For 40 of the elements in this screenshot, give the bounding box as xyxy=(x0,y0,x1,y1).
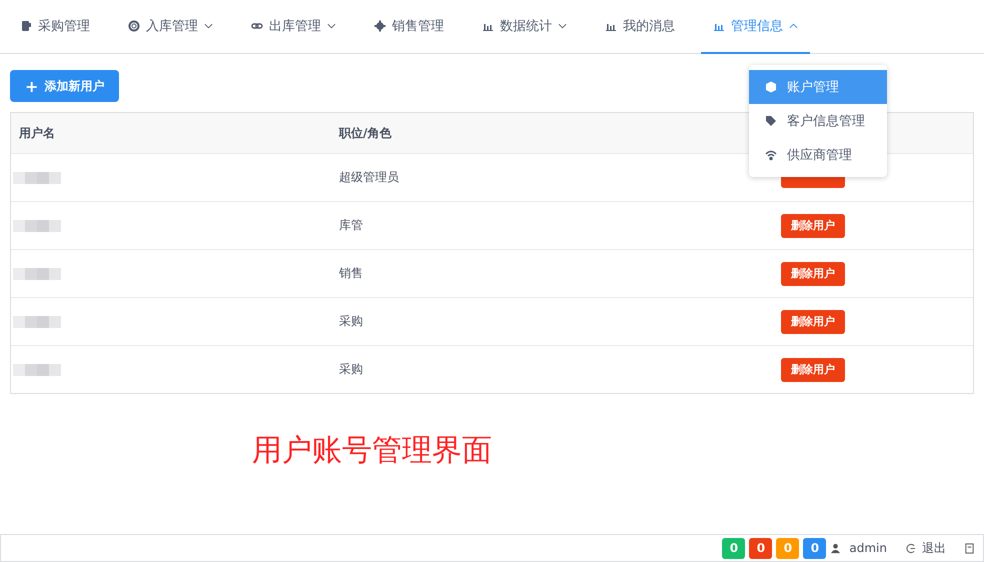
nav-tab[interactable]: 出库管理 xyxy=(239,0,348,54)
counter-badge: 0 xyxy=(776,538,800,558)
logout-icon xyxy=(905,542,916,554)
pixelated-username xyxy=(13,316,61,328)
settings-icon xyxy=(374,20,386,32)
pixelated-username xyxy=(13,268,61,280)
nav-tab[interactable]: 入库管理 xyxy=(116,0,225,54)
table-cell-text: 库管 xyxy=(339,217,364,234)
nav-tab[interactable]: 我的消息 xyxy=(593,0,687,54)
table-cell-text: 超级管理员 xyxy=(339,169,400,186)
logout-link[interactable]: 退出 xyxy=(905,540,946,556)
counter-badge: 0 xyxy=(749,538,772,558)
wifi-icon xyxy=(765,149,777,161)
counter-badge: 0 xyxy=(803,538,826,558)
nav-tab[interactable]: 采购管理 xyxy=(8,0,102,54)
pixelated-username xyxy=(13,364,61,376)
cube-icon xyxy=(765,81,777,93)
cup-icon xyxy=(20,20,32,32)
nav-tab[interactable]: 销售管理 xyxy=(362,0,456,54)
table-cell-text: 销售 xyxy=(339,265,364,282)
table-cell-text: 采购 xyxy=(339,361,364,378)
delete-user-button[interactable]: 删除用户 xyxy=(781,310,845,334)
column-header: 用户名 xyxy=(18,124,56,142)
pixelated-username xyxy=(13,220,61,232)
column-header: 职位/角色 xyxy=(339,124,392,142)
username-text: admin xyxy=(849,541,887,555)
lifebuoy-icon xyxy=(128,20,140,32)
delete-user-button[interactable]: 删除用户 xyxy=(781,358,845,382)
menu-item[interactable]: 客户信息管理 xyxy=(749,104,887,138)
user-icon xyxy=(830,542,842,554)
delete-user-button[interactable]: 删除用户 xyxy=(781,214,845,238)
document-icon[interactable] xyxy=(964,542,975,554)
tag-icon xyxy=(765,115,777,127)
caption-text: 用户账号管理界面 xyxy=(252,432,493,470)
pixelated-username xyxy=(13,172,61,184)
menu-item[interactable]: 供应商管理 xyxy=(749,138,887,172)
counter-badge: 0 xyxy=(722,538,746,558)
nav-tab[interactable]: 数据统计 xyxy=(470,0,579,54)
delete-user-button[interactable]: 删除用户 xyxy=(781,262,845,286)
table-cell-text: 采购 xyxy=(339,313,364,330)
